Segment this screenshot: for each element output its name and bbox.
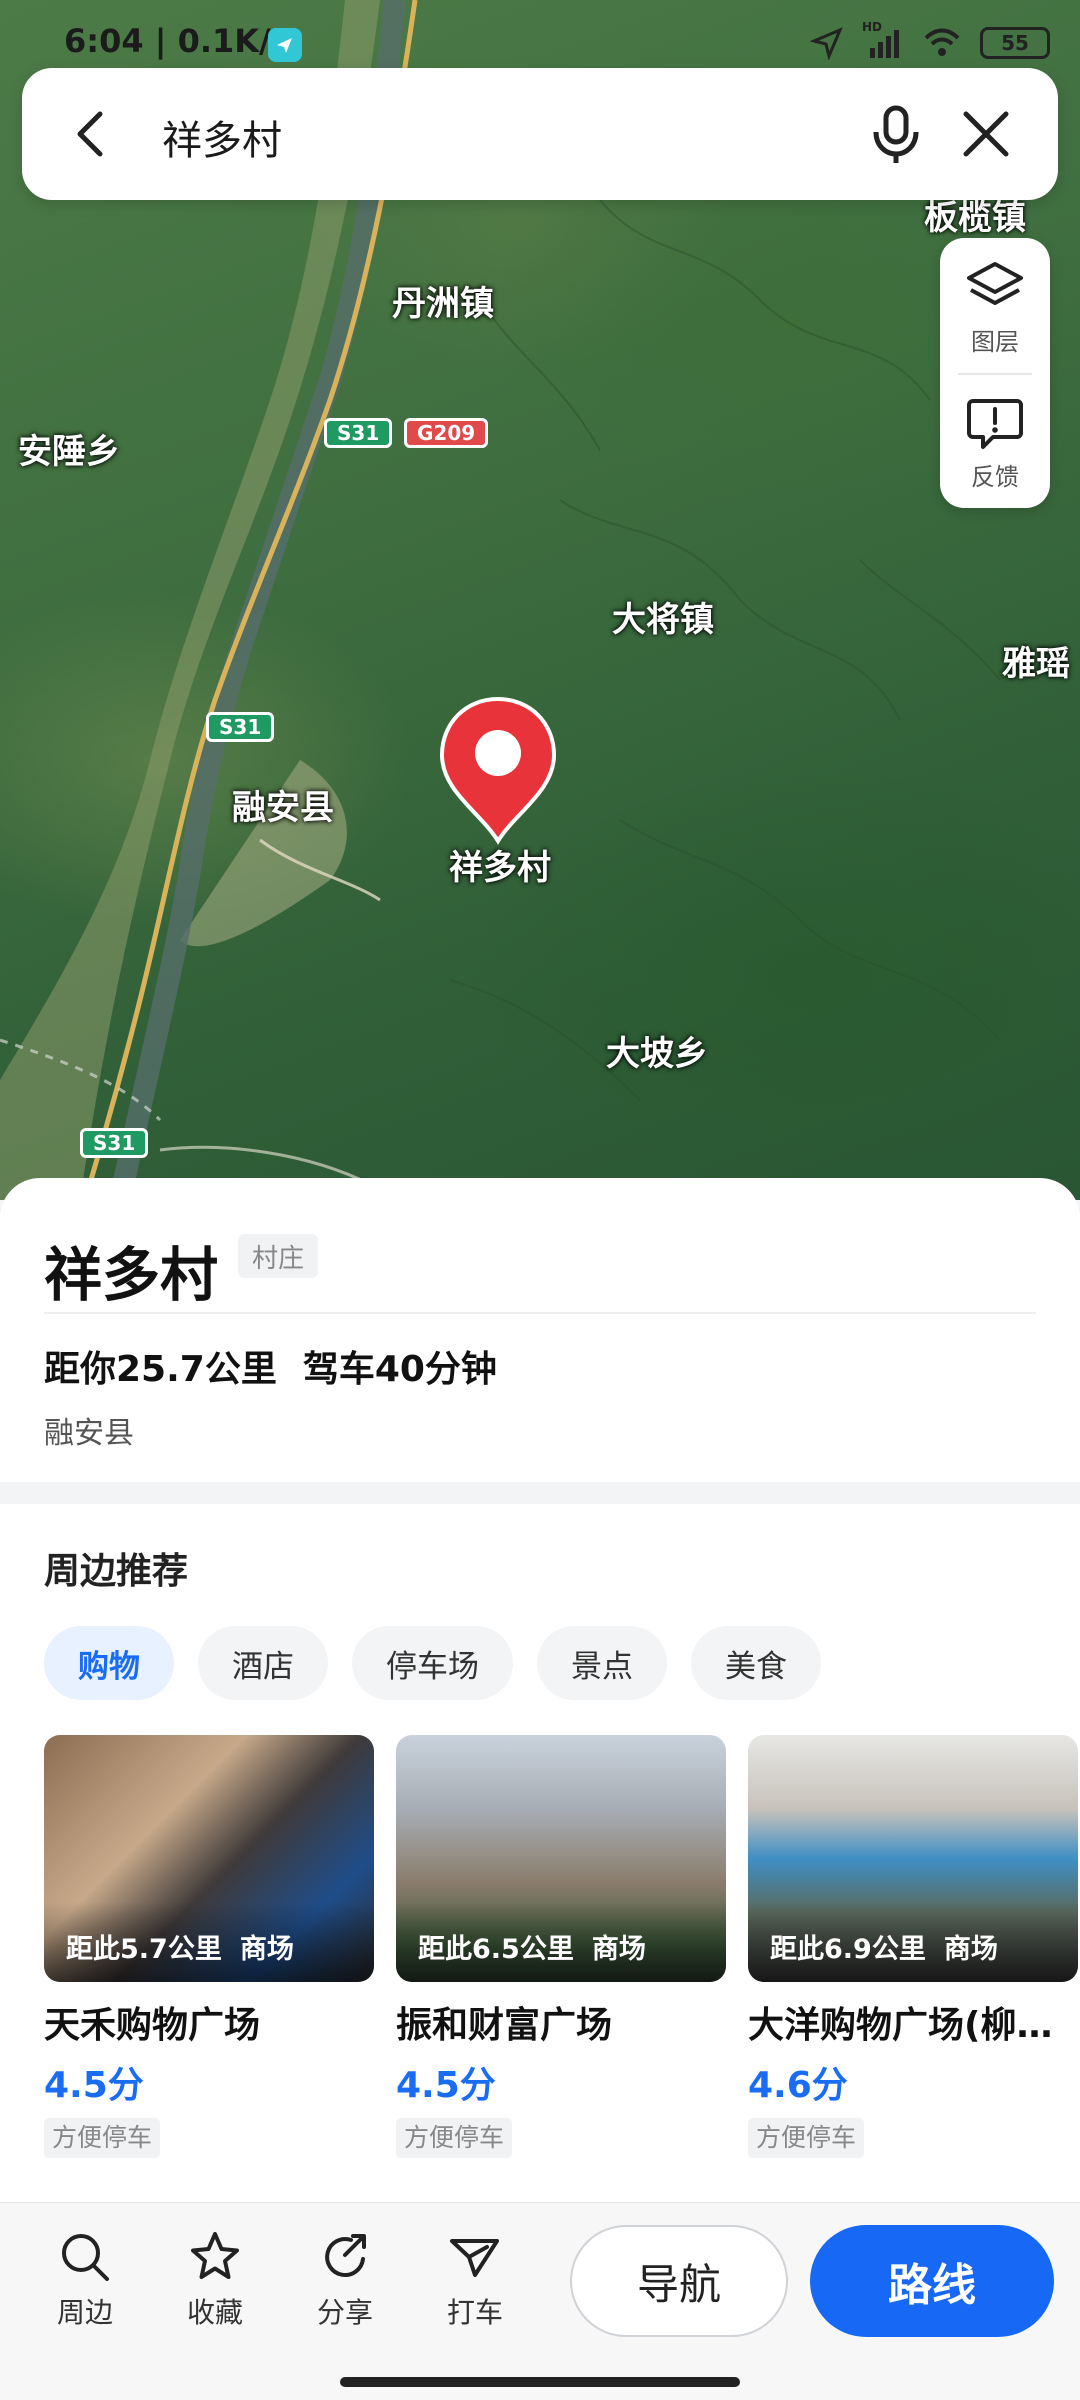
card-distance: 距此6.5公里	[418, 1934, 574, 1965]
nearby-cards: 距此5.7公里 商场 天禾购物广场 4.5分 方便停车 距此6.5公里 商场 振和财…	[44, 1735, 1080, 2165]
card-name: 振和财富广场	[396, 2005, 613, 2046]
nearby-button[interactable]: 周边	[30, 2229, 140, 2331]
nearby-card[interactable]: 距此6.5公里 商场 振和财富广场 4.5分 方便停车	[396, 1735, 726, 2158]
status-time: 6:04 | 0.1K/s	[64, 22, 290, 60]
search-icon	[62, 2234, 109, 2281]
wifi-icon	[924, 28, 960, 56]
route-button[interactable]: 路线	[810, 2225, 1054, 2337]
location-pin-icon[interactable]	[437, 695, 559, 845]
favorite-button[interactable]: 收藏	[160, 2229, 270, 2331]
nearby-category-chips: 购物 酒店 停车场 景点 美食	[44, 1626, 821, 1700]
distance-text: 距你25.7公里	[44, 1349, 277, 1390]
map-controls: 图层 反馈	[940, 238, 1050, 508]
section-separator	[0, 1482, 1080, 1504]
layers-label: 图层	[971, 327, 1019, 356]
taxi-label: 打车	[446, 2296, 503, 2329]
battery-icon: 55	[980, 27, 1050, 59]
back-arrow-icon[interactable]	[62, 104, 122, 164]
card-photo: 距此6.9公里 商场	[748, 1735, 1078, 1982]
location-arrow-icon	[810, 27, 843, 60]
search-input[interactable]: 祥多村	[162, 108, 282, 166]
card-type: 商场	[591, 1934, 646, 1965]
cellular-signal-icon: HD	[862, 20, 904, 60]
nearby-section-title: 周边推荐	[44, 1551, 189, 1592]
poi-title: 祥多村	[44, 1241, 219, 1309]
taxi-icon	[450, 2239, 499, 2277]
nearby-card[interactable]: 距此5.7公里 商场 天禾购物广场 4.5分 方便停车	[44, 1735, 374, 2158]
card-score: 4.5分	[396, 2065, 496, 2106]
taxi-button[interactable]: 打车	[420, 2229, 530, 2331]
poi-region: 融安县	[44, 1416, 134, 1451]
home-indicator[interactable]	[340, 2377, 740, 2387]
road-badge-s31: S31	[80, 1128, 149, 1158]
card-score: 4.6分	[748, 2065, 848, 2106]
divider	[44, 1312, 1036, 1314]
share-button[interactable]: 分享	[290, 2229, 400, 2331]
card-tag: 方便停车	[396, 2118, 513, 2158]
map-label-dapo: 大坡乡	[606, 1034, 708, 1074]
chip-attractions[interactable]: 景点	[537, 1626, 667, 1700]
share-label: 分享	[316, 2296, 373, 2329]
card-type: 商场	[943, 1934, 998, 1965]
status-app-icon	[268, 28, 302, 62]
map-label-anchui: 安陲乡	[18, 432, 120, 472]
layers-icon	[967, 261, 1023, 305]
road-badge-s31: S31	[206, 712, 275, 742]
chip-food[interactable]: 美食	[691, 1626, 821, 1700]
card-distance: 距此5.7公里	[66, 1934, 222, 1965]
nearby-label: 周边	[56, 2296, 113, 2329]
bottom-toolbar: 周边 收藏 分享 打车 导航 路线	[0, 2202, 1080, 2400]
network-type: HD	[862, 20, 883, 34]
road-badge-s31: S31	[324, 418, 393, 448]
battery-level: 55	[1001, 31, 1029, 55]
chip-hotel[interactable]: 酒店	[198, 1626, 328, 1700]
pin-label: 祥多村	[449, 848, 551, 888]
favorite-label: 收藏	[186, 2296, 243, 2329]
feedback-label: 反馈	[971, 462, 1019, 491]
close-icon[interactable]	[952, 100, 1020, 168]
chip-shopping[interactable]: 购物	[44, 1626, 174, 1700]
card-tag: 方便停车	[44, 2118, 161, 2158]
search-bar[interactable]: 祥多村	[22, 68, 1058, 200]
card-name: 大洋购物广场(柳…	[748, 2005, 1053, 2046]
poi-category-tag: 村庄	[238, 1234, 319, 1278]
star-icon	[191, 2232, 239, 2279]
drive-time-text: 驾车40分钟	[302, 1349, 497, 1390]
share-icon	[325, 2234, 366, 2277]
status-bar: 6:04 | 0.1K/s HD 55	[0, 0, 1080, 70]
layers-button[interactable]: 图层	[940, 243, 1050, 373]
poi-distance: 距你25.7公里 驾车40分钟	[44, 1340, 497, 1392]
card-tag: 方便停车	[748, 2118, 865, 2158]
card-name: 天禾购物广场	[44, 2005, 261, 2046]
feedback-icon	[967, 398, 1023, 449]
chip-parking[interactable]: 停车场	[352, 1626, 513, 1700]
map-label-rongan: 融安县	[232, 788, 334, 828]
card-photo: 距此5.7公里 商场	[44, 1735, 374, 1982]
feedback-button[interactable]: 反馈	[940, 378, 1050, 508]
status-icons: HD 55	[810, 20, 1050, 60]
map-label-danzhou: 丹洲镇	[392, 284, 494, 324]
card-distance: 距此6.9公里	[770, 1934, 926, 1965]
nearby-card[interactable]: 距此6.9公里 商场 大洋购物广场(柳… 4.6分 方便停车	[748, 1735, 1078, 2158]
card-photo: 距此6.5公里 商场	[396, 1735, 726, 1982]
navigate-button[interactable]: 导航	[570, 2225, 788, 2337]
card-score: 4.5分	[44, 2065, 144, 2106]
road-badge-g209: G209	[404, 418, 489, 448]
microphone-icon[interactable]	[862, 100, 930, 168]
card-type: 商场	[239, 1934, 294, 1965]
controls-divider	[958, 373, 1032, 375]
map-label-dajiang: 大将镇	[612, 600, 714, 640]
map-label-yayao: 雅瑶	[1002, 644, 1070, 684]
